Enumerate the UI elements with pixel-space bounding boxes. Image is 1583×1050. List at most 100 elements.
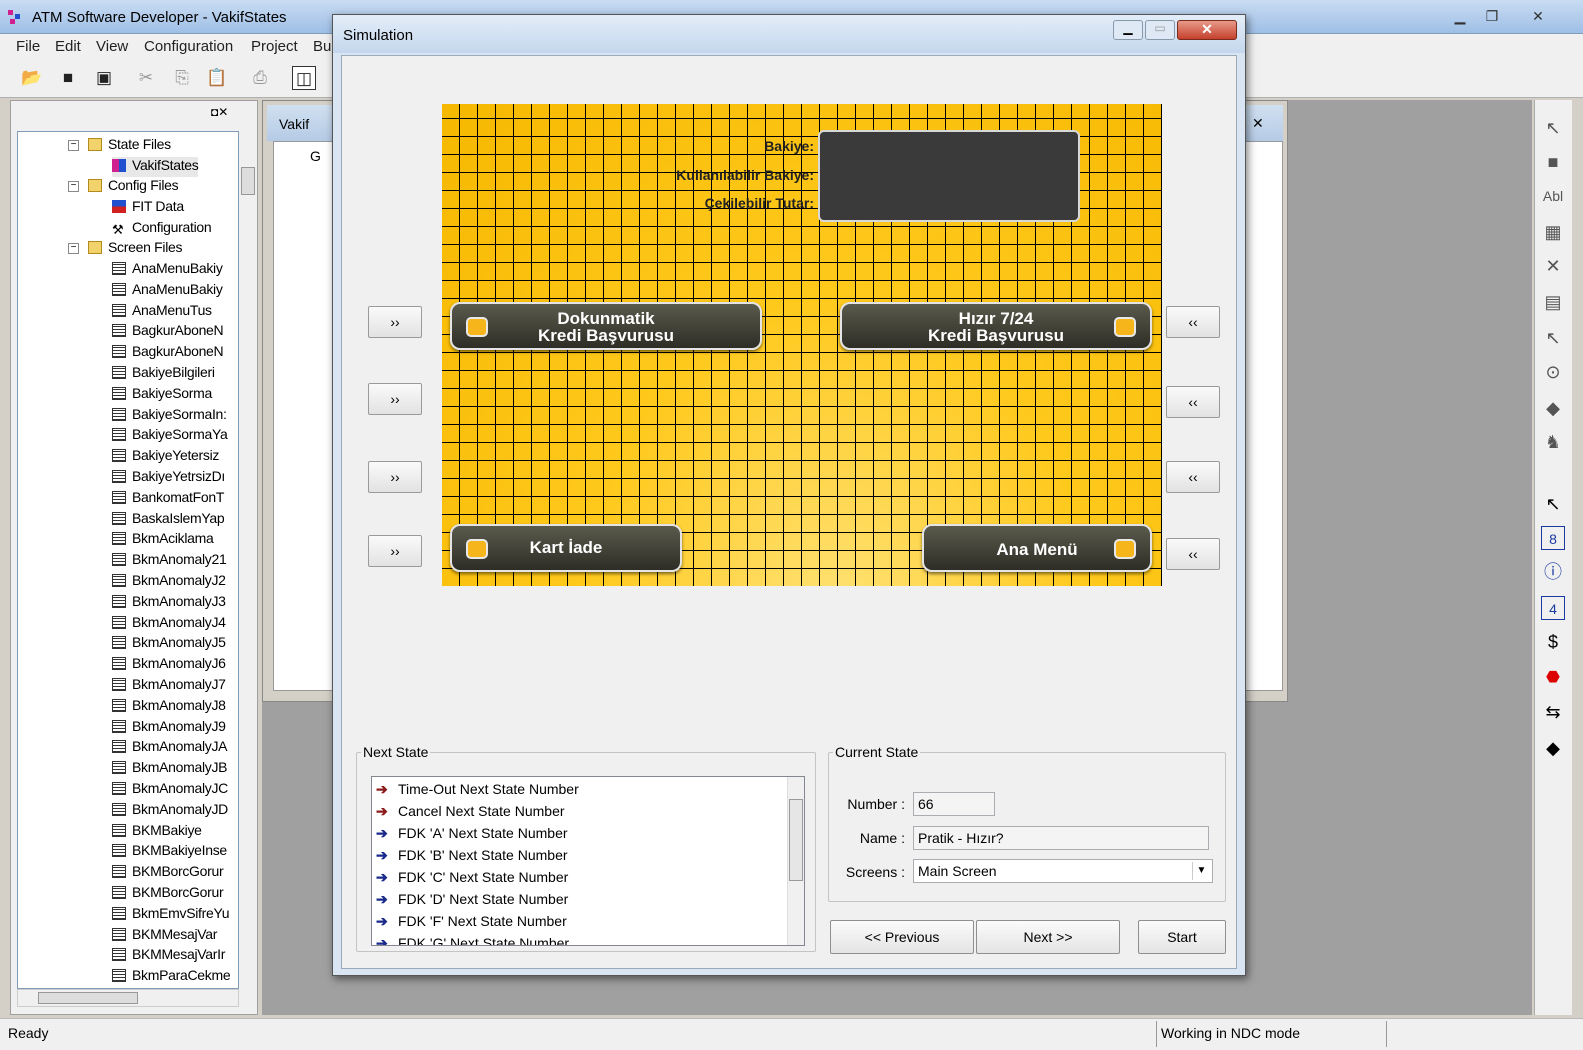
- start-button[interactable]: Start: [1138, 920, 1226, 954]
- number-field[interactable]: 66: [913, 792, 995, 816]
- cursor-text-icon[interactable]: ↖: [1541, 326, 1565, 350]
- tree-node-screen[interactable]: BKMMesajVar: [112, 926, 217, 946]
- restore-button[interactable]: ❐: [1478, 6, 1506, 26]
- tree-node-screen[interactable]: BakiyeYetersiz: [112, 447, 219, 467]
- name-field[interactable]: Pratik - Hızır?: [913, 826, 1209, 850]
- next-state-list[interactable]: ➔ Time-Out Next State Number ➔ Cancel Next …: [371, 776, 805, 946]
- money-icon[interactable]: $: [1541, 630, 1565, 654]
- dialog-close-button[interactable]: ✕: [1177, 20, 1237, 40]
- tree-node-screen[interactable]: BankomatFonT: [112, 489, 224, 509]
- tree-node-screen[interactable]: BKMBorcGorur: [112, 863, 224, 883]
- table-icon[interactable]: ▤: [1541, 290, 1565, 314]
- dialog-maximize-button[interactable]: ▭: [1145, 20, 1175, 40]
- fdk-left-3-button[interactable]: ››: [368, 461, 422, 493]
- tree-node-screen[interactable]: BkmAnomaly21: [112, 551, 227, 571]
- next-state-item[interactable]: ➔ FDK 'D' Next State Number: [376, 891, 568, 913]
- child-close-icon[interactable]: ✕: [1252, 115, 1264, 132]
- scroll-thumb[interactable]: [789, 799, 803, 881]
- layout-icon[interactable]: ◫: [292, 66, 316, 90]
- print-icon[interactable]: ⎙: [248, 66, 272, 90]
- scroll-thumb[interactable]: [241, 167, 255, 195]
- tree-node-screen-files[interactable]: Screen Files: [88, 239, 183, 259]
- chevron-down-icon[interactable]: ▼: [1192, 862, 1210, 880]
- next-state-scrollbar[interactable]: [787, 777, 804, 945]
- select-icon[interactable]: ↖: [1541, 492, 1565, 516]
- tree-node-state-files[interactable]: State Files: [88, 136, 171, 156]
- collapse-icon[interactable]: −: [68, 140, 79, 151]
- tree-node-screen[interactable]: BkmAnomalyJB: [112, 759, 228, 779]
- tree-node-screen[interactable]: BkmAnomalyJC: [112, 780, 228, 800]
- tree-node-screen[interactable]: BkmAnomalyJ8: [112, 697, 226, 717]
- next-state-item[interactable]: ➔ FDK 'F' Next State Number: [376, 913, 567, 935]
- tree-node-config-files[interactable]: Config Files: [88, 177, 179, 197]
- close-button[interactable]: ✕: [1524, 6, 1552, 26]
- diamond-icon[interactable]: ◆: [1541, 736, 1565, 760]
- tree-node-screen[interactable]: BkmAnomalyJ6: [112, 655, 226, 675]
- panel-pin-icon[interactable]: ◘✕: [211, 105, 228, 119]
- tree-node-screen[interactable]: BakiyeBilgileri: [112, 364, 215, 384]
- tree-node-screen[interactable]: BKMBakiye: [112, 822, 202, 842]
- fdk-right-2-button[interactable]: ‹‹: [1166, 386, 1220, 418]
- collapse-icon[interactable]: −: [68, 243, 79, 254]
- main-menu-button[interactable]: Ana Menü: [922, 524, 1152, 572]
- tree-node-screen[interactable]: BKMBakiyeInse: [112, 842, 227, 862]
- menu-file[interactable]: File: [16, 38, 40, 55]
- menu-project[interactable]: Project: [251, 38, 298, 55]
- delete-icon[interactable]: ✕: [1541, 254, 1565, 278]
- scroll-thumb[interactable]: [38, 992, 138, 1004]
- tree-node-screen[interactable]: AnaMenuBakiy: [112, 260, 223, 280]
- pointer-icon[interactable]: ↖: [1541, 116, 1565, 140]
- stop-icon[interactable]: ⬣: [1541, 666, 1565, 690]
- tree-node-screen[interactable]: BkmAnomalyJA: [112, 738, 228, 758]
- tree-node-screen[interactable]: BKMBorcGorur: [112, 884, 224, 904]
- fdk-left-4-button[interactable]: ››: [368, 535, 422, 567]
- screens-select[interactable]: Main Screen ▼: [913, 859, 1213, 883]
- menu-view[interactable]: View: [96, 38, 128, 55]
- save-icon[interactable]: ■: [56, 66, 80, 90]
- tree-node-screen[interactable]: BkmParaCekme: [112, 967, 231, 987]
- tree-node-screen[interactable]: BkmAnomalyJ5: [112, 634, 226, 654]
- info-icon[interactable]: ⓘ: [1541, 560, 1565, 584]
- next-state-item[interactable]: ➔ FDK 'C' Next State Number: [376, 869, 568, 891]
- tree-node-configuration[interactable]: ⚒ Configuration: [112, 219, 212, 239]
- tree-node-screen[interactable]: BakiyeSorma: [112, 385, 212, 405]
- grid-tool-icon[interactable]: ▦: [1541, 220, 1565, 244]
- tree-node-screen[interactable]: BkmAnomalyJD: [112, 801, 228, 821]
- fdk-right-1-button[interactable]: ‹‹: [1166, 306, 1220, 338]
- copy-icon[interactable]: ⎘: [170, 66, 194, 90]
- tree-node-vakifstates[interactable]: VakifStates: [112, 157, 199, 177]
- project-tree[interactable]: − State Files VakifStates − Config Files…: [17, 131, 239, 989]
- child-tree[interactable]: G: [273, 141, 333, 691]
- tree-node-screen[interactable]: AnaMenuBakiy: [112, 281, 223, 301]
- tree-vertical-scrollbar[interactable]: [239, 131, 257, 989]
- cut-icon[interactable]: ✂: [134, 66, 158, 90]
- fdk-left-2-button[interactable]: ››: [368, 383, 422, 415]
- next-state-item[interactable]: ➔ FDK 'B' Next State Number: [376, 847, 568, 869]
- tree-node-screen[interactable]: BagkurAboneN: [112, 343, 224, 363]
- collapse-icon[interactable]: −: [68, 181, 79, 192]
- transfer-icon[interactable]: ⇆: [1541, 700, 1565, 724]
- child-canvas[interactable]: [1243, 141, 1283, 691]
- fdk-right-4-button[interactable]: ‹‹: [1166, 538, 1220, 570]
- tree-node-screen[interactable]: BkmAnomalyJ7: [112, 676, 226, 696]
- next-state-item[interactable]: ➔ Time-Out Next State Number: [376, 781, 579, 803]
- minimize-button[interactable]: ▁: [1446, 6, 1474, 26]
- menu-build[interactable]: Bu: [313, 38, 331, 55]
- tree-node-screen[interactable]: BkmAnomalyJ4: [112, 614, 226, 634]
- tree-node-screen[interactable]: BakiyeSormaIn:: [112, 406, 227, 426]
- tree-node-fit-data[interactable]: FIT Data: [112, 198, 184, 218]
- rectangle-icon[interactable]: ■: [1541, 150, 1565, 174]
- tree-node-screen[interactable]: BakiyeSormaYa: [112, 426, 228, 446]
- card-return-button[interactable]: Kart İade: [450, 524, 682, 572]
- tree-node-screen[interactable]: BkmAnomalyJ9: [112, 718, 226, 738]
- dialog-minimize-button[interactable]: ▁: [1113, 20, 1143, 40]
- four-state-icon[interactable]: 4: [1541, 596, 1565, 620]
- tree-node-screen[interactable]: BakiyeYetrsizDı: [112, 468, 225, 488]
- tag-icon[interactable]: ◆: [1541, 396, 1565, 420]
- tree-horizontal-scrollbar[interactable]: [17, 989, 239, 1007]
- tree-node-screen[interactable]: BkmAciklama: [112, 530, 214, 550]
- next-state-item[interactable]: ➔ FDK 'A' Next State Number: [376, 825, 568, 847]
- tree-node-screen[interactable]: BkmAnomalyJ3: [112, 593, 226, 613]
- paste-icon[interactable]: 📋: [205, 66, 229, 90]
- elephant-icon[interactable]: ♞: [1541, 430, 1565, 454]
